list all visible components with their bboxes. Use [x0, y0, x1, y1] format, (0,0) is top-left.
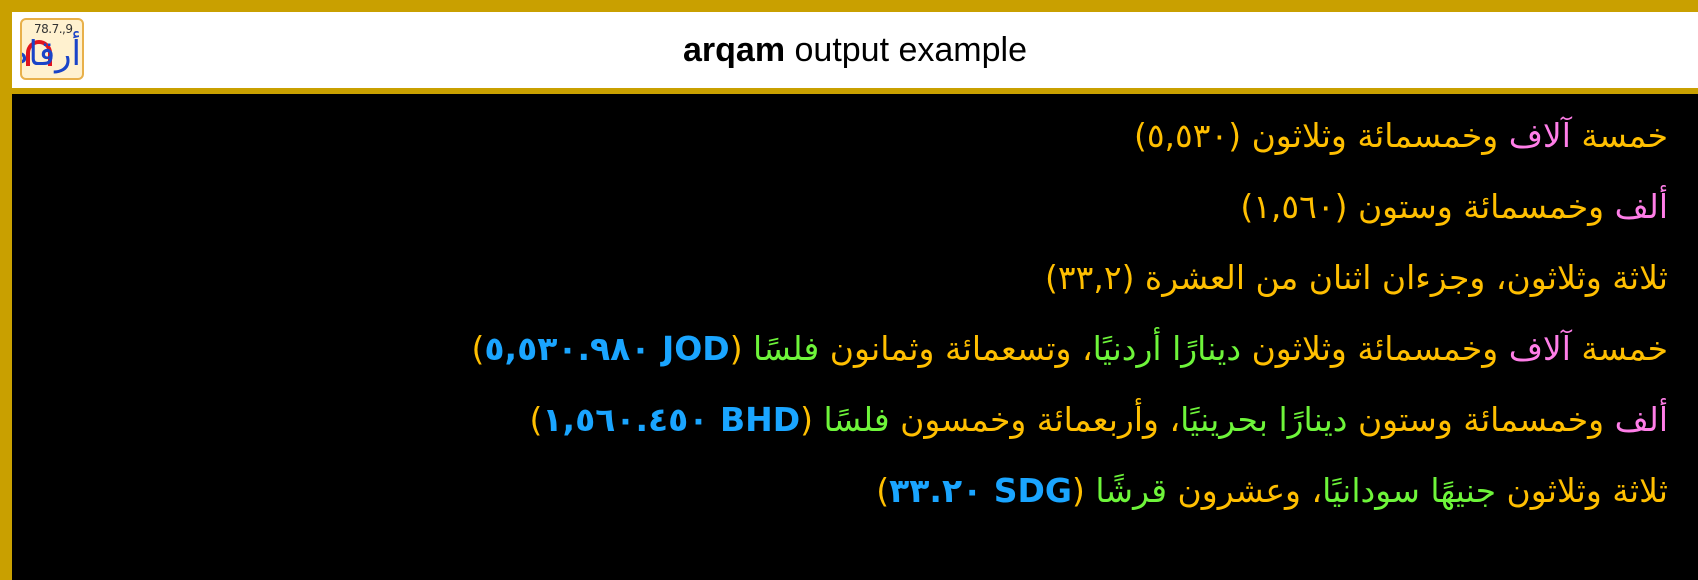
output-line-2: ألف وخمسمائة وستون (١,٥٦٠) [1240, 177, 1668, 237]
line-1-segment: ٥,٥٣٠ [1146, 116, 1229, 155]
line-4-segment: وخمسمائة وثلاثون [1241, 329, 1499, 368]
line-6-segment: جنيهًا سودانيًا [1322, 471, 1496, 510]
page-title: arqam output example [12, 12, 1698, 88]
line-3-segment: ( [1121, 258, 1135, 297]
line-1-segment: وخمسمائة وثلاثون [1241, 116, 1499, 155]
line-4-segment: فلسًا [742, 329, 820, 368]
line-5-segment: فلسًا [813, 400, 890, 439]
line-5-segment: وخمسمائة وستون [1347, 400, 1605, 439]
title-rest-part: output example [785, 31, 1028, 69]
line-6-segment: ثلاثة وثلاثون [1495, 471, 1668, 510]
line-3-segment: ) [1045, 258, 1058, 297]
output-line-5: ألف وخمسمائة وستون دينارًا بحرينيًا، وأر… [530, 390, 1668, 450]
line-4-segment: ، [1071, 329, 1093, 368]
line-4-segment: ٥,٥٣٠.٩٨٠ JOD [484, 329, 730, 368]
line-5-segment: ١,٥٦٠.٤٥٠ BHD [542, 400, 801, 439]
output-line-1: خمسة آلاف وخمسمائة وثلاثون (٥,٥٣٠) [1134, 106, 1668, 166]
line-6-segment: ( [1072, 471, 1085, 510]
line-2-segment: ( [1334, 187, 1348, 226]
line-3-segment: ثلاثة وثلاثون، وجزءان اثنان من العشرة [1134, 258, 1668, 297]
line-4-segment: وتسعمائة وثمانون [819, 329, 1072, 368]
output-line-3: ثلاثة وثلاثون، وجزءان اثنان من العشرة (٣… [1045, 248, 1668, 308]
line-2-segment: وخمسمائة وستون [1347, 187, 1605, 226]
line-4-segment: آلاف [1498, 329, 1571, 368]
line-6-segment: ، [1301, 471, 1323, 510]
line-4-segment: دينارًا أردنيًا [1092, 329, 1242, 368]
line-3-segment: ٣٣,٢ [1057, 258, 1122, 297]
line-6-segment: ٣٣.٢٠ SDG [889, 471, 1072, 510]
title-bold-part: arqam [683, 31, 786, 69]
line-6-segment: قرشًا [1084, 471, 1168, 510]
header-bar: 78.7.,9 أرقام arqam output example [12, 12, 1698, 88]
line-1-segment: آلاف [1498, 116, 1571, 155]
line-2-segment: ألف [1604, 187, 1668, 226]
line-4-segment: ) [471, 329, 485, 368]
line-1-segment: ) [1133, 116, 1147, 155]
line-5-segment: ، [1158, 400, 1181, 439]
line-1-segment: خمسة [1570, 116, 1668, 155]
line-4-segment: خمسة [1570, 329, 1668, 368]
line-6-segment: ) [876, 471, 890, 510]
line-5-segment: وأربعمائة وخمسون [889, 400, 1159, 439]
line-2-segment: ) [1240, 187, 1254, 226]
line-5-segment: ألف [1604, 400, 1668, 439]
line-4-segment: ( [729, 329, 743, 368]
line-2-segment: ١,٥٦٠ [1253, 187, 1335, 226]
line-5-segment: ( [800, 400, 813, 439]
output-line-4: خمسة آلاف وخمسمائة وثلاثون دينارًا أردني… [472, 319, 1668, 379]
line-5-segment: دينارًا بحرينيًا [1180, 400, 1348, 439]
output-line-6: ثلاثة وثلاثون جنيهًا سودانيًا، وعشرون قر… [876, 461, 1668, 521]
line-5-segment: ) [529, 400, 543, 439]
window-frame: 78.7.,9 أرقام arqam output example خمسة … [0, 0, 1698, 580]
line-1-segment: ( [1228, 116, 1242, 155]
output-panel: خمسة آلاف وخمسمائة وثلاثون (٥,٥٣٠) ألف و… [12, 94, 1698, 580]
line-6-segment: وعشرون [1167, 471, 1301, 510]
